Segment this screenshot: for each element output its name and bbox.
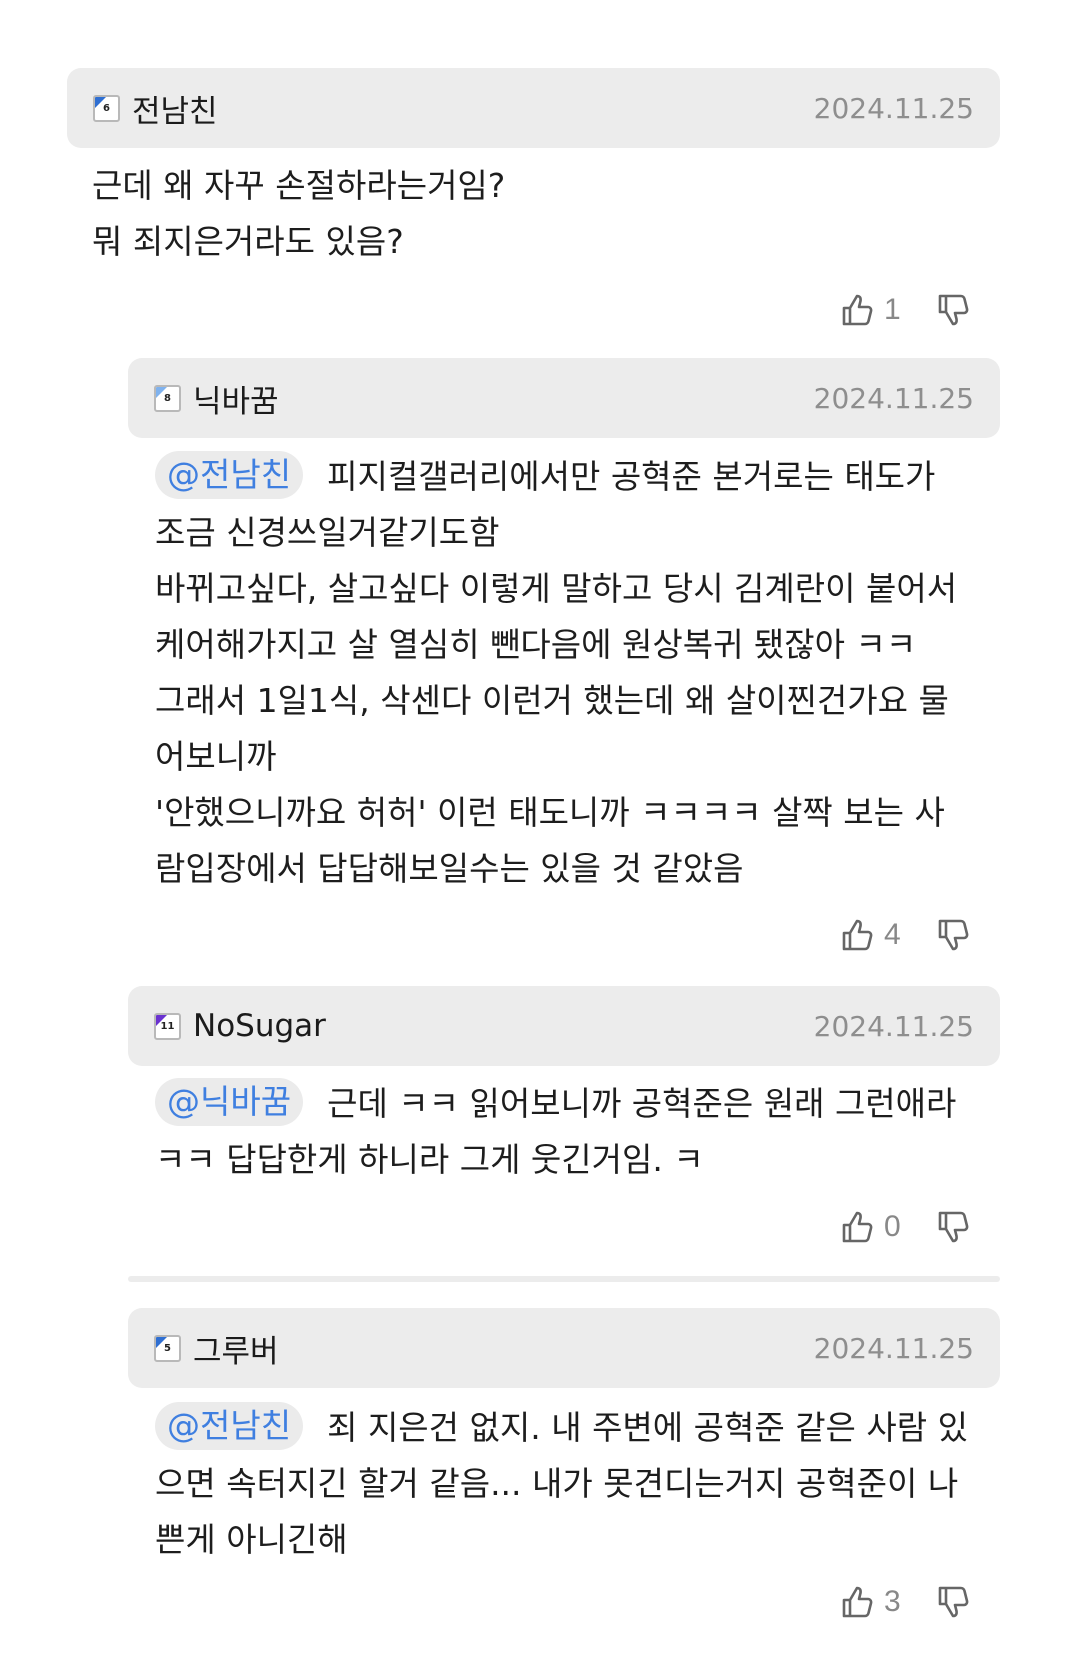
thumbs-down-icon[interactable] <box>936 1584 972 1620</box>
thumbs-up-icon[interactable] <box>840 1584 876 1620</box>
comment-header: 11 NoSugar 2024.11.25 <box>128 986 1000 1066</box>
upvote-count: 1 <box>884 293 901 326</box>
upvote-count: 3 <box>884 1585 901 1618</box>
comment-header: 8 닉바꿈 2024.11.25 <box>128 358 1000 438</box>
author-nickname[interactable]: 닉바꿈 <box>193 376 279 421</box>
comment-text-line: 근데 ㅋㅋ 읽어보니까 공혁준은 원래 그런애라 <box>327 1084 957 1123</box>
thumbs-up-icon[interactable] <box>840 292 876 328</box>
comment-date: 2024.11.25 <box>813 381 974 415</box>
comment-body: @전남친 피지컬갤러리에서만 공혁준 본거로는 태도가 조금 신경쓰일거같기도함 … <box>155 449 957 897</box>
mention-tag[interactable]: @닉바꿈 <box>155 1078 304 1126</box>
comment-body: 근데 왜 자꾸 손절하라는거임? 뭐 죄지은거라도 있음? <box>92 158 505 270</box>
comment-text-line: 뭐 죄지은거라도 있음? <box>92 222 404 261</box>
comment-text-line: 쁜게 아니긴해 <box>155 1520 348 1559</box>
comment-body: @닉바꿈 근데 ㅋㅋ 읽어보니까 공혁준은 원래 그런애라 ㅋㅋ 답답한게 하니라… <box>155 1076 956 1188</box>
vote-bar: 3 <box>840 1582 972 1622</box>
comment-text-line: 으면 속터지긴 할거 같음... 내가 못견디는거지 공혁준이 나 <box>155 1464 959 1503</box>
level-badge-icon: 5 <box>154 1334 181 1362</box>
author-nickname[interactable]: NoSugar <box>193 1008 326 1044</box>
mention-tag[interactable]: @전남친 <box>155 451 304 499</box>
comment-text-line: 바뀌고싶다, 살고싶다 이렇게 말하고 당시 김계란이 붙어서 <box>155 569 958 608</box>
comment-text-line: ㅋㅋ 답답한게 하니라 그게 웃긴거임. ㅋ <box>155 1140 704 1179</box>
author-nickname[interactable]: 전남친 <box>132 86 218 131</box>
comment-text-line: 조금 신경쓰일거같기도함 <box>155 513 500 552</box>
level-badge-icon: 11 <box>154 1012 181 1040</box>
upvote-count: 0 <box>884 1210 901 1243</box>
reply-divider <box>128 1276 1000 1282</box>
vote-bar: 4 <box>840 915 972 955</box>
comment-header: 6 전남친 2024.11.25 <box>67 68 1000 148</box>
thumbs-down-icon[interactable] <box>936 1209 972 1245</box>
thumbs-down-icon[interactable] <box>936 292 972 328</box>
comment-text-line: 케어해가지고 살 열심히 뺀다음에 원상복귀 됐잖아 ㅋㅋ <box>155 625 917 664</box>
author-nickname[interactable]: 그루버 <box>193 1326 279 1371</box>
thumbs-up-icon[interactable] <box>840 1209 876 1245</box>
thumbs-down-icon[interactable] <box>936 917 972 953</box>
comment-text-line: 어보니까 <box>155 737 277 776</box>
vote-bar: 0 <box>840 1207 972 1247</box>
comment-text-line: 피지컬갤러리에서만 공혁준 본거로는 태도가 <box>327 457 936 496</box>
mention-tag[interactable]: @전남친 <box>155 1402 304 1450</box>
comment-text-line: '안했으니까요 허허' 이런 태도니까 ㅋㅋㅋㅋ 살짝 보는 사 <box>155 793 945 832</box>
level-badge-icon: 6 <box>93 94 120 122</box>
comment-header: 5 그루버 2024.11.25 <box>128 1308 1000 1388</box>
vote-bar: 1 <box>840 290 972 330</box>
comment-text-line: 람입장에서 답답해보일수는 있을 것 같았음 <box>155 849 744 888</box>
thumbs-up-icon[interactable] <box>840 917 876 953</box>
comment-date: 2024.11.25 <box>813 91 974 125</box>
comment-text-line: 죄 지은건 없지. 내 주변에 공혁준 같은 사람 있 <box>327 1408 968 1447</box>
comment-body: @전남친 죄 지은건 없지. 내 주변에 공혁준 같은 사람 있 으면 속터지긴 … <box>155 1400 968 1568</box>
upvote-count: 4 <box>884 918 901 951</box>
level-badge-icon: 8 <box>154 384 181 412</box>
comment-date: 2024.11.25 <box>813 1009 974 1043</box>
comment-date: 2024.11.25 <box>813 1331 974 1365</box>
comment-text-line: 그래서 1일1식, 삭센다 이런거 했는데 왜 살이찐건가요 물 <box>155 681 949 720</box>
comment-text-line: 근데 왜 자꾸 손절하라는거임? <box>92 166 506 205</box>
